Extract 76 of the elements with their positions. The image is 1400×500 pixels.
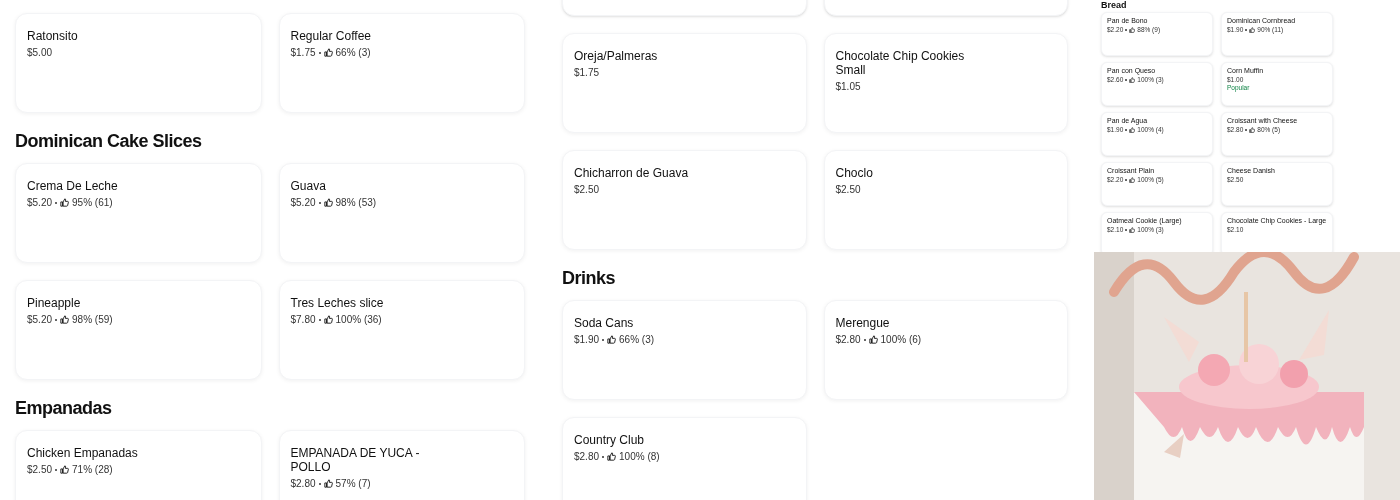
item-name: Guava [290, 179, 327, 193]
thumbs-up-icon [1129, 27, 1136, 33]
thumbs-up-icon [868, 335, 878, 344]
menu-item-card[interactable]: EMPANADA DE YUCA - POLLO $2.80 57% (7) [278, 430, 525, 500]
item-price: $1.75 [290, 46, 316, 59]
item-rating: 71% (28) [72, 463, 113, 476]
thumbs-up-icon [323, 48, 333, 57]
item-name: Oreja/Palmeras [574, 49, 659, 63]
item-price: $2.80 [290, 477, 316, 490]
thumbs-up-icon [1249, 127, 1256, 133]
item-price: $2.80 [574, 450, 600, 463]
item-price: $2.80 [835, 333, 861, 346]
item-name: Regular Coffee [290, 29, 372, 43]
item-price: $1.90 [574, 333, 600, 346]
thumbs-up-icon [607, 335, 617, 344]
item-rating: 66% (3) [335, 46, 371, 59]
section-heading: Drinks [562, 267, 617, 289]
item-rating: 98% (59) [72, 313, 113, 326]
item-price: $2.50 [835, 183, 861, 196]
thumbs-up-icon [1249, 27, 1256, 33]
thumbs-up-icon [323, 198, 333, 207]
menu-item-card[interactable]: Chicken Empanadas $2.50 71% (28) [15, 430, 262, 500]
section-heading: Dominican Cake Slices [15, 130, 203, 152]
item-name: Chocolate Chip Cookies Small [835, 49, 966, 77]
thumbs-up-icon [607, 452, 617, 461]
item-name: Ratonsito [27, 29, 79, 43]
item-price: $5.20 [27, 196, 53, 209]
menu-item-card[interactable]: Merengue $2.80 100% (6) [823, 300, 1068, 400]
item-price: $5.20 [290, 196, 316, 209]
item-name: Merengue [835, 316, 891, 330]
item-name: Pineapple [27, 296, 82, 310]
menu-item-card[interactable]: Regular Coffee $1.75 66% (3) [278, 13, 525, 113]
thumbs-up-icon [60, 465, 70, 474]
thumbs-up-icon [1129, 227, 1136, 233]
menu-item-card[interactable]: Guava $5.20 98% (53) [278, 163, 525, 263]
thumbs-up-icon [323, 315, 333, 324]
section-heading: Bread [1101, 0, 1128, 10]
item-name: Country Club [574, 433, 646, 447]
menu-item-card[interactable]: Chicharron de Guava $2.50 [562, 150, 807, 250]
item-price: $5.00 [27, 46, 53, 59]
item-rating: 66% (3) [619, 333, 655, 346]
item-price: $1.05 [835, 80, 861, 93]
thumbs-up-icon [60, 198, 70, 207]
item-price: $5.20 [27, 313, 53, 326]
item-rating: 98% (53) [335, 196, 377, 209]
item-name: Crema De Leche [27, 179, 119, 193]
menu-item-card[interactable]: Country Club $2.80 100% (8) [562, 417, 807, 500]
item-rating: 57% (7) [335, 477, 371, 490]
item-price: $7.80 [290, 313, 316, 326]
menu-item-card[interactable]: Tres Leches slice $7.80 100% (36) [278, 280, 525, 380]
item-name: Chicharron de Guava [574, 166, 690, 180]
menu-item-card[interactable]: Ratonsito $5.00 [15, 13, 262, 113]
item-name: Choclo [835, 166, 874, 180]
item-rating: 100% (36) [335, 313, 382, 326]
thumbs-up-icon [60, 315, 70, 324]
thumbs-up-icon [1129, 77, 1136, 83]
thumbs-up-icon [323, 479, 333, 488]
item-name: EMPANADA DE YUCA - POLLO [290, 446, 421, 474]
menu-item-card[interactable]: Chocolate Chip Cookies Small $1.05 [823, 33, 1068, 133]
item-rating: 95% (61) [72, 196, 113, 209]
menu-item-card[interactable]: Soda Cans $1.90 66% (3) [562, 300, 807, 400]
section-heading: Empanadas [15, 397, 113, 419]
thumbs-up-icon [1129, 127, 1136, 133]
item-name: Tres Leches slice [290, 296, 385, 310]
item-price: $2.50 [27, 463, 53, 476]
menu-item-card[interactable]: Choclo $2.50 [823, 150, 1068, 250]
menu-item-card[interactable]: Oreja/Palmeras $1.75 [562, 33, 807, 133]
item-name: Chicken Empanadas [27, 446, 139, 460]
menu-item-card[interactable]: Crema De Leche $5.20 95% (61) [15, 163, 262, 263]
item-rating: 100% (8) [619, 450, 660, 463]
item-rating: 100% (6) [880, 333, 922, 346]
item-name: Soda Cans [574, 316, 635, 330]
item-price: $2.50 [574, 183, 600, 196]
menu-item-card[interactable]: Pineapple $5.20 98% (59) [15, 280, 262, 380]
thumbs-up-icon [1129, 177, 1136, 183]
item-price: $1.75 [574, 66, 600, 79]
